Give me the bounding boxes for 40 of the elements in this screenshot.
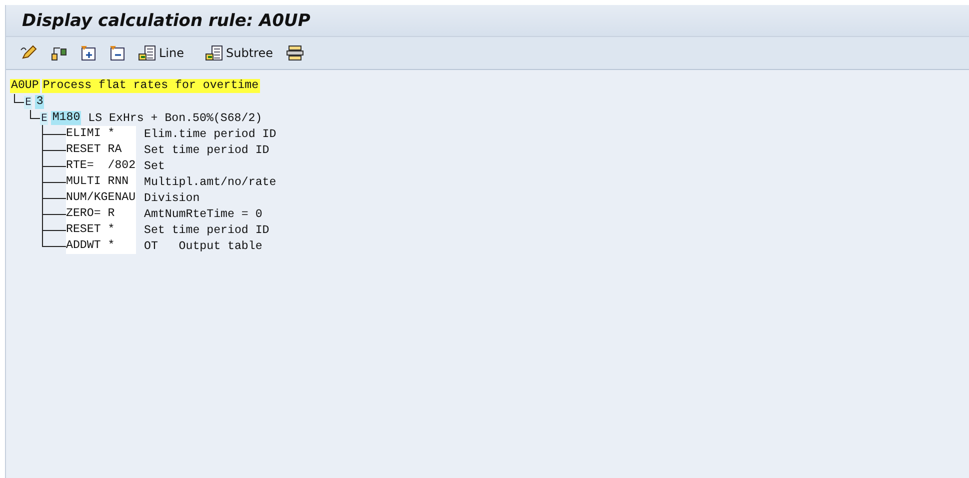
toolbar-button[interactable]: Subtree: [203, 42, 275, 64]
document-arrow-icon: [205, 45, 224, 61]
operation-description: Set: [144, 160, 165, 172]
operation-code: MULTI RNN: [66, 174, 136, 190]
document-arrow-icon: [138, 45, 156, 61]
operation-code: ADDWT *: [66, 238, 136, 254]
operation-description: Set time period ID: [144, 224, 270, 236]
operation-code: RESET RA: [66, 142, 136, 158]
operation-code: NUM/KGENAU: [66, 190, 136, 206]
node-label: 3: [35, 95, 44, 109]
tree-connector: [42, 174, 66, 190]
node-description: LS ExHrs + Bon.50%(S68/2): [88, 112, 262, 124]
operation-code: ZERO= R: [66, 206, 136, 222]
operation-description: OT Output table: [144, 240, 262, 252]
tree-connector: [42, 142, 66, 158]
rule-code: A0UP: [10, 79, 40, 93]
tree-connector: [42, 190, 66, 206]
rule-description: Process flat rates for overtime: [42, 79, 260, 93]
pencil-icon: [20, 45, 38, 61]
tree-connector: [42, 206, 66, 222]
toolbar-button[interactable]: Line: [136, 42, 186, 64]
hierarchy-icon: [51, 45, 67, 61]
operation-description: Elim.time period ID: [144, 128, 276, 140]
expand-icon: [80, 45, 96, 61]
operation-description: Set time period ID: [144, 144, 270, 156]
operation-code: ELIMI *: [66, 126, 136, 142]
node-label: M180: [51, 111, 82, 125]
collapse-icon: [109, 45, 125, 61]
operation-code: RESET *: [66, 222, 136, 238]
tree-connector: [42, 126, 66, 142]
operation-description: Multipl.amt/no/rate: [144, 176, 276, 188]
window-title: Display calculation rule: A0UP: [22, 10, 310, 30]
node-type: E: [24, 96, 32, 108]
tree-connector: [42, 222, 66, 238]
operation-code: RTE= /802: [66, 158, 136, 174]
operation-description: AmtNumRteTime = 0: [144, 208, 262, 220]
tree-connector: [42, 158, 66, 174]
node-type: E: [40, 112, 48, 124]
operation-description: Division: [144, 192, 200, 204]
stack-icon: [286, 45, 304, 61]
